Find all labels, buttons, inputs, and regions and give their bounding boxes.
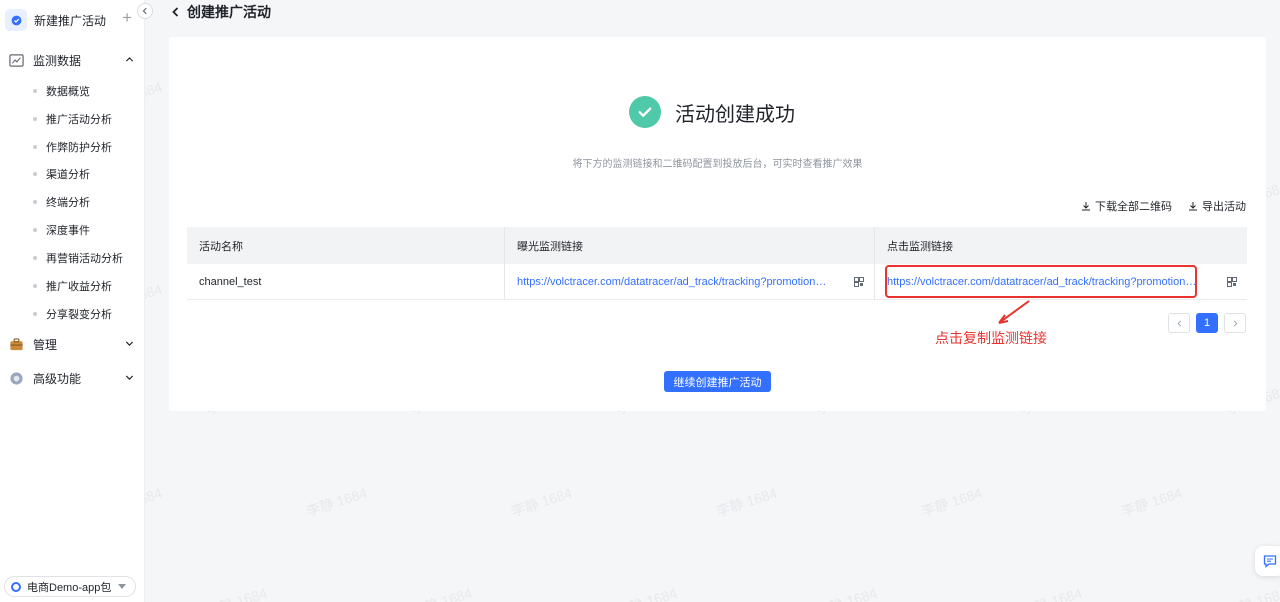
sidebar-subitem-label: 渠道分析 bbox=[46, 169, 90, 181]
chevron-left-icon bbox=[1177, 320, 1181, 326]
chevron-down-icon bbox=[125, 375, 134, 380]
prev-page-button[interactable] bbox=[1168, 313, 1190, 333]
watermark-text: 李静 1684 bbox=[409, 584, 474, 602]
download-qr-button[interactable]: 下载全部二维码 bbox=[1081, 198, 1172, 214]
sidebar-collapse-button[interactable] bbox=[137, 3, 153, 19]
watermark-text: 李静 1684 bbox=[919, 484, 984, 520]
sidebar: 新建推广活动 + 监测数据 数据概览推广活动分析 作弊防护分析 渠道分析终端分析深度… bbox=[0, 0, 145, 602]
watermark-text: 李静 1684 bbox=[814, 584, 879, 602]
download-qr-label: 下载全部二维码 bbox=[1095, 201, 1172, 213]
impression-link-cell: https://volctracer.com/datatracer/ad_tra… bbox=[505, 264, 875, 299]
watermark-text: 李静 1684 bbox=[509, 484, 574, 520]
bullet-dot-icon bbox=[33, 256, 37, 260]
result-card: 活动创建成功 将下方的监测链接和二维码配置到投放后台，可实时查看推广效果 下载全… bbox=[169, 37, 1266, 411]
app-selector[interactable]: 电商Demo-app包 bbox=[4, 576, 136, 597]
menu-group-monitoring[interactable]: 监测数据 bbox=[8, 49, 138, 71]
new-campaign-label: 新建推广活动 bbox=[34, 13, 107, 28]
impression-link[interactable]: https://volctracer.com/datatracer/ad_tra… bbox=[517, 276, 827, 288]
help-chat-button[interactable] bbox=[1255, 546, 1280, 576]
download-icon bbox=[1082, 202, 1090, 211]
table-header: 活动名称 曝光监测链接 点击监测链接 bbox=[187, 227, 1247, 264]
monitor-chart-icon bbox=[8, 52, 24, 68]
continue-create-button[interactable]: 继续创建推广活动 bbox=[664, 371, 771, 392]
menu-group-management[interactable]: 管理 bbox=[8, 333, 138, 355]
bullet-dot-icon bbox=[33, 145, 37, 149]
briefcase-icon bbox=[8, 336, 24, 352]
column-header-impression: 曝光监测链接 bbox=[505, 227, 875, 264]
advanced-settings-icon bbox=[8, 370, 24, 386]
bullet-dot-icon bbox=[33, 228, 37, 232]
pagination: 1 bbox=[1168, 313, 1246, 333]
bullet-dot-icon bbox=[33, 312, 37, 316]
sidebar-subitem[interactable]: 再营销活动分析 bbox=[33, 248, 123, 268]
bullet-dot-icon bbox=[33, 200, 37, 204]
sidebar-subitem-label: 推广收益分析 bbox=[46, 281, 112, 293]
menu-group-advanced[interactable]: 高级功能 bbox=[8, 367, 138, 389]
next-page-button[interactable] bbox=[1224, 313, 1246, 333]
caret-down-icon bbox=[118, 584, 126, 589]
new-campaign-item[interactable]: 新建推广活动 + bbox=[4, 7, 140, 33]
sidebar-subitem-label: 作弊防护分析 bbox=[46, 142, 112, 154]
sidebar-subitem-label: 深度事件 bbox=[46, 225, 90, 237]
menu-group-label: 高级功能 bbox=[33, 371, 82, 386]
watermark-text: 李静 1684 bbox=[714, 484, 779, 520]
chevron-right-icon bbox=[1233, 320, 1237, 326]
add-campaign-icon[interactable]: + bbox=[122, 8, 132, 28]
table-row: channel_test https://volctracer.com/data… bbox=[187, 264, 1247, 300]
export-button[interactable]: 导出活动 bbox=[1188, 198, 1246, 214]
chevron-left-icon bbox=[142, 7, 147, 15]
sidebar-subitem[interactable]: 渠道分析 bbox=[33, 164, 90, 184]
watermark-text: 李静 1684 bbox=[1224, 584, 1280, 602]
sidebar-subitem[interactable]: 作弊防护分析 bbox=[33, 137, 112, 157]
campaign-name-cell: channel_test bbox=[187, 264, 505, 299]
page-title: 创建推广活动 bbox=[187, 4, 271, 20]
chat-icon bbox=[1263, 555, 1277, 568]
click-link[interactable]: https://volctracer.com/datatracer/ad_tra… bbox=[887, 276, 1197, 288]
sidebar-subitem-label: 再营销活动分析 bbox=[46, 253, 123, 265]
sidebar-subitem[interactable]: 数据概览 bbox=[33, 81, 90, 101]
watermark-text: 李静 1684 bbox=[1019, 584, 1084, 602]
watermark-text: 李静 1684 bbox=[614, 584, 679, 602]
table-actions: 下载全部二维码 导出活动 bbox=[1081, 198, 1246, 214]
sidebar-subitem[interactable]: 推广活动分析 bbox=[33, 109, 112, 129]
sidebar-subitem-label: 数据概览 bbox=[46, 86, 90, 98]
column-header-name: 活动名称 bbox=[187, 227, 505, 264]
success-subtitle: 将下方的监测链接和二维码配置到投放后台，可实时查看推广效果 bbox=[572, 159, 863, 170]
page-button-current[interactable]: 1 bbox=[1196, 313, 1218, 333]
annotation-text: 点击复制监测链接 bbox=[935, 330, 1047, 346]
watermark-text: 李静 1684 bbox=[304, 484, 369, 520]
page-header: 创建推广活动 bbox=[170, 2, 271, 22]
chevron-down-icon bbox=[125, 341, 134, 346]
click-link-cell: https://volctracer.com/datatracer/ad_tra… bbox=[875, 264, 1247, 299]
sidebar-subitem[interactable]: 终端分析 bbox=[33, 192, 90, 212]
export-label: 导出活动 bbox=[1202, 201, 1246, 213]
qr-code-icon[interactable] bbox=[854, 277, 864, 287]
chevron-up-icon bbox=[125, 57, 134, 62]
sidebar-subitem[interactable]: 推广收益分析 bbox=[33, 276, 112, 296]
bullet-dot-icon bbox=[33, 284, 37, 288]
links-table: 活动名称 曝光监测链接 点击监测链接 channel_test https://… bbox=[187, 227, 1247, 300]
sidebar-subitem[interactable]: 深度事件 bbox=[33, 220, 90, 240]
success-banner: 活动创建成功 bbox=[629, 96, 795, 128]
sidebar-subitem-label: 推广活动分析 bbox=[46, 114, 112, 126]
menu-group-label: 监测数据 bbox=[33, 53, 82, 68]
qr-code-icon[interactable] bbox=[1227, 277, 1237, 287]
app-selector-value: 电商Demo-app包 bbox=[27, 581, 112, 594]
app-icon bbox=[11, 581, 21, 592]
bullet-dot-icon bbox=[33, 89, 37, 93]
campaign-badge-icon bbox=[5, 9, 27, 31]
bullet-dot-icon bbox=[33, 172, 37, 176]
back-arrow-icon[interactable] bbox=[170, 6, 182, 18]
bullet-dot-icon bbox=[33, 117, 37, 121]
sidebar-subitem-label: 分享裂变分析 bbox=[46, 309, 112, 321]
sidebar-subitem-label: 终端分析 bbox=[46, 197, 90, 209]
column-header-click: 点击监测链接 bbox=[887, 240, 953, 253]
export-icon bbox=[1189, 202, 1197, 211]
sidebar-subitem[interactable]: 分享裂变分析 bbox=[33, 304, 112, 324]
watermark-text: 李静 1684 bbox=[204, 584, 269, 602]
menu-group-label: 管理 bbox=[33, 337, 58, 352]
watermark-text: 李静 1684 bbox=[1119, 484, 1184, 520]
success-title: 活动创建成功 bbox=[675, 103, 795, 126]
check-circle-icon bbox=[629, 96, 661, 128]
